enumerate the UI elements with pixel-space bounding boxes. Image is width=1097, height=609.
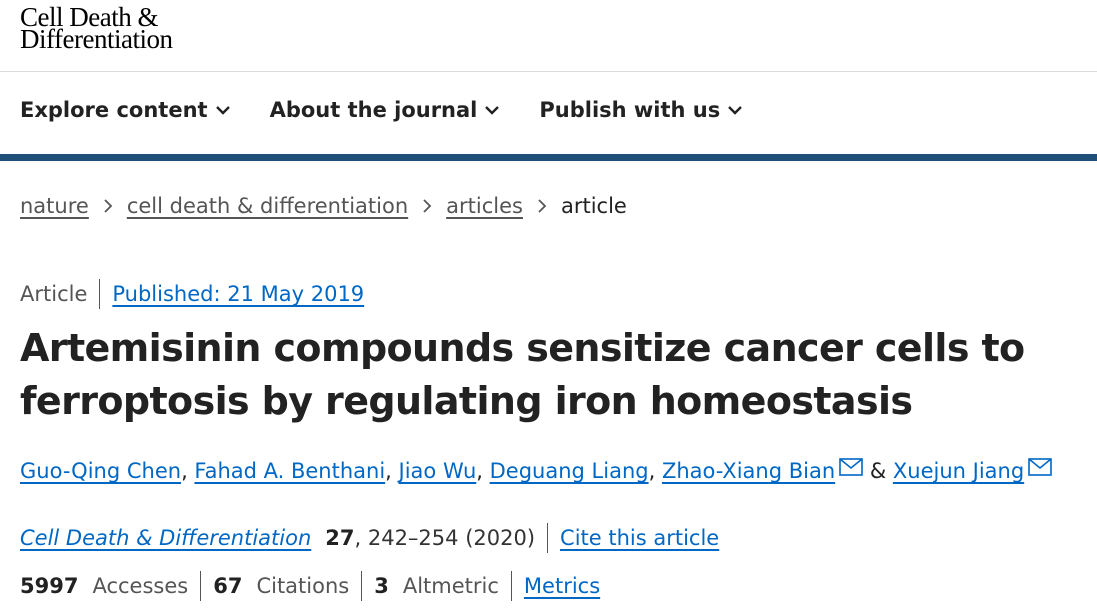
citation-line: Cell Death & Differentiation 27 , 242–25… [20,523,719,553]
breadcrumb-journal[interactable]: cell death & differentiation [127,194,408,218]
mail-icon[interactable] [839,457,863,481]
altmetric-score: 3 [374,574,389,598]
metrics-link[interactable]: Metrics [524,574,600,598]
header-divider [0,71,1097,72]
journal-logo[interactable]: Cell Death & Differentiation [20,4,173,54]
mail-icon[interactable] [1028,457,1052,481]
author-link[interactable]: Deguang Liang [490,459,649,483]
breadcrumb: nature cell death & differentiation arti… [20,194,627,218]
altmetric-label: Altmetric [402,574,499,598]
chevron-right-icon [422,198,432,214]
author-link[interactable]: Guo-Qing Chen [20,459,181,483]
nav-label: About the journal [269,98,478,122]
citations-count: 67 [213,574,243,598]
author-link[interactable]: Fahad A. Benthani [194,459,385,483]
nav-underline-bar [0,154,1097,161]
journal-link[interactable]: Cell Death & Differentiation [20,526,311,550]
divider [99,279,101,309]
breadcrumb-articles[interactable]: articles [446,194,523,218]
article-meta: Article Published: 21 May 2019 [20,279,364,309]
nav-explore-content[interactable]: Explore content [20,98,230,122]
journal-name: Cell Death & Differentiation [20,526,312,550]
breadcrumb-current: article [560,194,627,218]
nav-label: Publish with us [539,98,721,122]
article-type: Article [20,282,88,306]
divider [547,523,549,553]
nav-about-journal[interactable]: About the journal [270,98,500,122]
article-stats: 5997 Accesses 67 Citations 3 Altmetric M… [20,571,600,601]
chevron-down-icon [485,106,500,115]
divider [361,571,363,601]
author-link[interactable]: Zhao-Xiang Bian [662,459,835,483]
author-list: Guo-Qing Chen, Fahad A. Benthani, Jiao W… [20,457,1052,483]
divider [510,571,512,601]
main-nav: Explore content About the journal Publis… [20,98,782,122]
volume: 27 [325,526,355,550]
published-date-link[interactable]: Published: 21 May 2019 [112,282,364,306]
chevron-right-icon [103,198,113,214]
breadcrumb-nature[interactable]: nature [20,194,89,218]
chevron-down-icon [215,106,230,115]
accesses-count: 5997 [20,574,79,598]
article-title: Artemisinin compounds sensitize cancer c… [20,326,1025,423]
logo-line-2: Differentiation [20,24,173,54]
citations-label: Citations [256,574,350,598]
cite-article-link[interactable]: Cite this article [560,526,719,550]
chevron-right-icon [537,198,547,214]
nav-publish-with-us[interactable]: Publish with us [539,98,743,122]
pages-year: , 242–254 (2020) [354,526,536,550]
accesses-label: Accesses [92,574,189,598]
chevron-down-icon [728,106,743,115]
nav-label: Explore content [20,98,208,122]
author-link[interactable]: Jiao Wu [399,459,477,483]
divider [200,571,202,601]
author-link[interactable]: Xuejun Jiang [893,459,1024,483]
